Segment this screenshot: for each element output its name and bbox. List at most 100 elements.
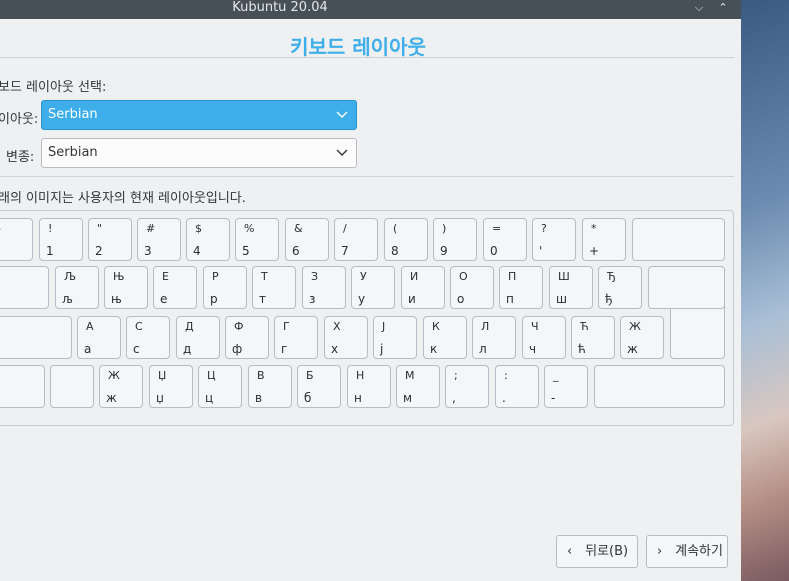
key-base-label: с [133, 342, 140, 356]
key-base-label: 2 [95, 244, 103, 258]
installer-window: Kubuntu 20.04 ⌵ ⌃ 키보드 레이아웃 보드 레이아웃 선택: 이… [0, 0, 741, 581]
key-shift-label: З [311, 270, 319, 283]
key-base-label: ц [205, 391, 214, 405]
select-layout-label: 보드 레이아웃 선택: [0, 80, 107, 95]
key-shift-label: & [294, 222, 303, 235]
key-base-label: - [551, 391, 556, 405]
key-shift-label: - [0, 222, 1, 235]
key-base-label: ђ [605, 292, 613, 306]
key-shift-label: Т [261, 270, 268, 283]
key-shift-label: Х [333, 320, 341, 333]
keyboard-key: _ - [544, 365, 588, 408]
keyboard-key [0, 266, 49, 309]
key-shift-label: Ч [531, 320, 539, 333]
keyboard-key: & 6 [285, 218, 329, 261]
key-shift-label: Ф [234, 320, 244, 333]
key-base-label: + [589, 244, 600, 258]
key-base-label: т [259, 292, 266, 306]
key-base-label: ј [380, 342, 384, 356]
key-shift-label: Љ [64, 270, 77, 283]
key-base-label: и [408, 292, 416, 306]
key-shift-label: Б [306, 369, 314, 382]
keyboard-key: Нн [347, 365, 391, 408]
keyboard-key: Цц [198, 365, 242, 408]
chevron-down-icon [336, 139, 348, 178]
key-base-label: з [309, 292, 316, 306]
keyboard-key: ;, [445, 365, 489, 408]
keyboard-key: Ђђ [598, 266, 642, 309]
key-base-label: ћ [578, 342, 586, 356]
next-button[interactable]: › 계속하기 [646, 535, 728, 568]
key-shift-label: = [492, 222, 502, 235]
keyboard-key: Шш [549, 266, 593, 309]
keyboard-key: Њњ [104, 266, 148, 309]
key-base-label: о [457, 292, 465, 306]
page-title: 키보드 레이아웃 [290, 35, 426, 59]
keyboard-key: Уу [351, 266, 395, 309]
back-button[interactable]: ‹ 뒤로(B) [556, 535, 638, 568]
page-content: 키보드 레이아웃 보드 레이아웃 선택: 이아웃: Serbian 변종: Se… [0, 19, 741, 581]
keyboard-key: $4 [186, 218, 230, 261]
key-shift-label: Ж [629, 320, 641, 333]
key-base-label: а [84, 342, 92, 356]
keyboard-key: Фф [225, 316, 269, 359]
key-shift-label: Ш [558, 270, 570, 283]
keyboard-key: Аа [77, 316, 121, 359]
keyboard-key: Јј [373, 316, 417, 359]
chevron-right-icon: › [657, 544, 663, 559]
keyboard-key: Тт [252, 266, 296, 309]
keyboard-key: Оо [450, 266, 494, 309]
next-button-label: 계속하기 [675, 544, 723, 559]
variant-combobox-value: Serbian [48, 145, 98, 160]
key-shift-label: Њ [113, 270, 125, 283]
variant-combobox[interactable]: Serbian [41, 138, 357, 168]
key-shift-label: Г [283, 320, 290, 333]
key-base-label: . [502, 391, 506, 405]
key-base-label: к [430, 342, 438, 356]
key-shift-label: Ж [108, 369, 120, 382]
key-base-label: г [281, 342, 288, 356]
minimize-icon[interactable]: ⌵ [691, 0, 707, 15]
keyboard-preview: -!1"2#3$4%5&6/7(8)9=0?'*+ЉљЊњЕеРрТтЗзУуИ… [0, 210, 734, 426]
keyboard-key [594, 365, 725, 408]
window-title: Kubuntu 20.04 [232, 0, 328, 15]
keyboard-key [632, 218, 725, 261]
keyboard-key: Пп [499, 266, 543, 309]
key-shift-label: $ [195, 222, 202, 235]
key-base-label: ж [627, 342, 638, 356]
key-base-label: ж [106, 391, 117, 405]
key-shift-label: : [504, 369, 508, 382]
key-shift-label: Ђ [607, 270, 616, 283]
keyboard-key: " 2 [88, 218, 132, 261]
keyboard-key: Бб [297, 365, 341, 408]
key-base-label: 1 [46, 244, 54, 258]
key-base-label: в [255, 391, 263, 405]
key-base-label: у [358, 292, 366, 306]
key-shift-label: У [360, 270, 367, 283]
key-shift-label: Е [162, 270, 169, 283]
header-divider [0, 57, 734, 58]
key-base-label: , [452, 391, 456, 405]
keyboard-key: Мм [396, 365, 440, 408]
key-shift-label: Р [212, 270, 219, 283]
key-base-label: е [160, 292, 168, 306]
maximize-icon[interactable]: ⌃ [715, 0, 731, 15]
key-base-label: џ [156, 391, 164, 405]
key-base-label: 5 [242, 244, 250, 258]
key-shift-label: % [244, 222, 255, 235]
key-shift-label: С [135, 320, 143, 333]
key-shift-label: Л [481, 320, 490, 333]
keyboard-key [0, 365, 45, 408]
key-shift-label: Ћ [580, 320, 589, 333]
keyboard-key: Гг [274, 316, 318, 359]
keyboard-key: Зз [302, 266, 346, 309]
keyboard-key: (8 [384, 218, 428, 261]
layout-combobox[interactable]: Serbian [41, 100, 357, 130]
keyboard-key: Љљ [55, 266, 99, 309]
key-shift-label: П [508, 270, 517, 283]
key-base-label: ш [556, 292, 567, 306]
layout-label: 이아웃: [0, 112, 39, 127]
key-shift-label: ) [442, 222, 447, 235]
key-shift-label: ; [454, 369, 458, 382]
keyboard-key: :. [495, 365, 539, 408]
